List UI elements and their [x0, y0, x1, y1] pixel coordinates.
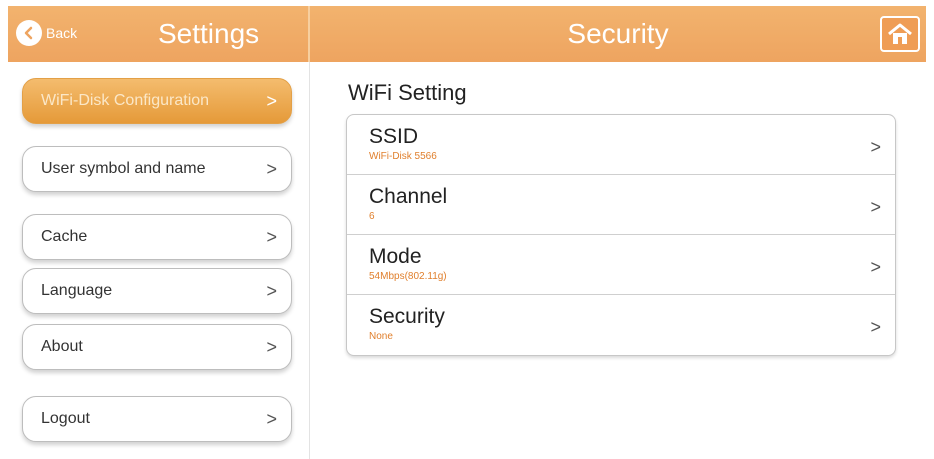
sidebar-item-language[interactable]: Language > [22, 268, 292, 314]
row-value: 54Mbps(802.11g) [369, 271, 447, 282]
sidebar-item-about[interactable]: About > [22, 324, 292, 370]
chevron-right-icon: > [870, 257, 881, 277]
settings-title: Settings [158, 18, 260, 49]
row-value: 6 [369, 211, 375, 222]
home-button[interactable] [880, 16, 920, 52]
sidebar-item-label: WiFi-Disk Configuration [41, 92, 210, 109]
wifi-settings-list: SSID WiFi-Disk 5566 > Channel 6 > Mode 5… [346, 114, 896, 356]
back-arrow-icon [16, 20, 42, 46]
page-title: Security [567, 18, 669, 49]
header-security-area: Security [310, 6, 926, 62]
section-title: WiFi Setting [348, 80, 467, 105]
security-row[interactable]: Security None > [347, 295, 895, 355]
home-icon [888, 23, 912, 44]
chevron-right-icon: > [266, 336, 277, 357]
chevron-right-icon: > [266, 280, 277, 301]
sidebar-item-label: Logout [41, 410, 90, 427]
back-label: Back [46, 25, 78, 41]
chevron-right-icon: > [870, 317, 881, 337]
chevron-right-icon: > [266, 226, 277, 247]
sidebar-item-label: About [41, 338, 83, 355]
chevron-right-icon: > [266, 408, 277, 429]
back-button[interactable]: Back [16, 18, 98, 48]
chevron-right-icon: > [266, 158, 277, 179]
ssid-row[interactable]: SSID WiFi-Disk 5566 > [347, 115, 895, 175]
sidebar-item-label: User symbol and name [41, 160, 206, 177]
chevron-right-icon: > [870, 197, 881, 217]
row-label: Mode [369, 245, 422, 268]
row-value: WiFi-Disk 5566 [369, 151, 437, 162]
row-label: Channel [369, 185, 448, 208]
row-label: SSID [369, 125, 419, 148]
sidebar-divider [309, 62, 310, 459]
chevron-right-icon: > [266, 90, 277, 111]
mode-row[interactable]: Mode 54Mbps(802.11g) > [347, 235, 895, 295]
sidebar-item-label: Language [41, 282, 113, 299]
chevron-right-icon: > [870, 137, 881, 157]
top-bar: Back Settings Security [8, 6, 926, 62]
row-label: Security [369, 305, 445, 328]
sidebar-item-logout[interactable]: Logout > [22, 396, 292, 442]
header-settings-area: Back Settings [8, 6, 308, 62]
sidebar-item-label: Cache [41, 228, 88, 245]
channel-row[interactable]: Channel 6 > [347, 175, 895, 235]
sidebar-item-user-symbol-and-name[interactable]: User symbol and name > [22, 146, 292, 192]
sidebar-item-wifi-disk-configuration[interactable]: WiFi-Disk Configuration > [22, 78, 292, 124]
sidebar-item-cache[interactable]: Cache > [22, 214, 292, 260]
row-value: None [369, 331, 393, 342]
